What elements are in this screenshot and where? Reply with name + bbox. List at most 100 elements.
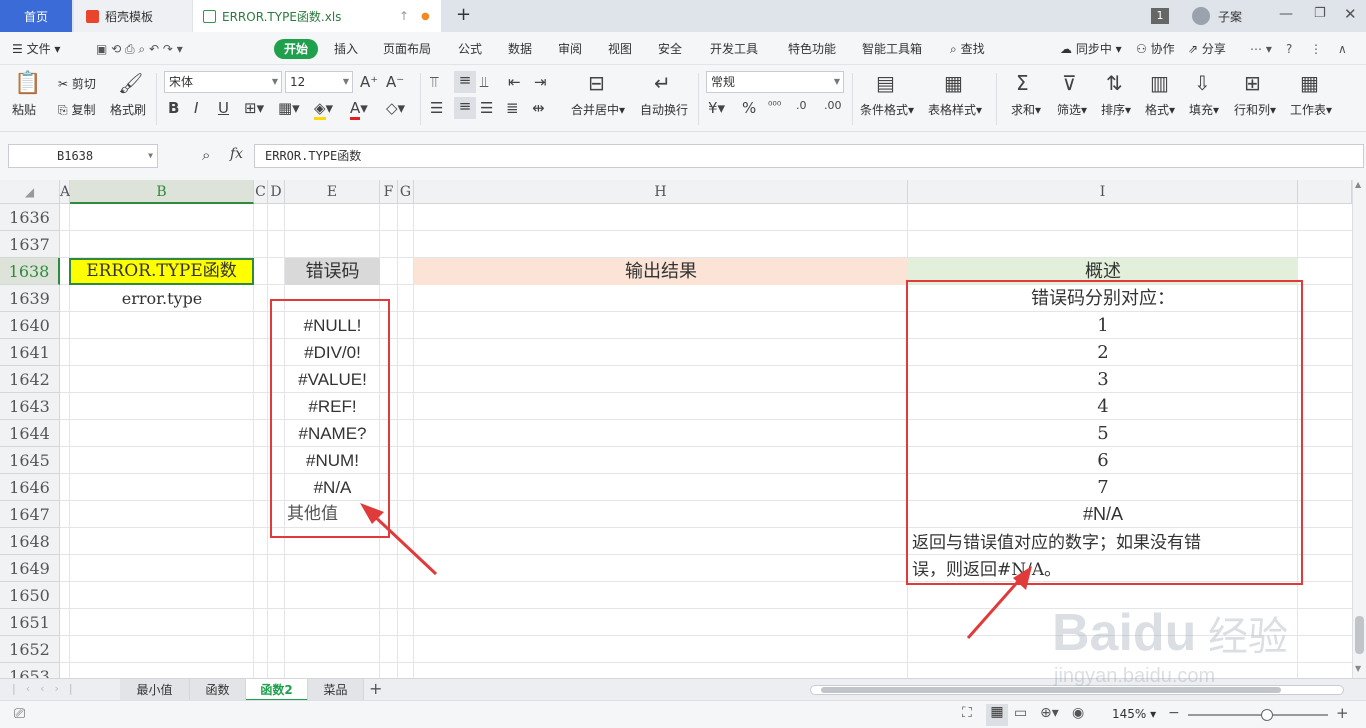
align-bottom-icon[interactable]: ⫫ bbox=[480, 73, 488, 91]
sheet-tab-dishes[interactable]: 菜品 bbox=[308, 679, 364, 701]
paste-button[interactable]: 粘贴 bbox=[12, 101, 36, 118]
close-icon[interactable]: ✕ bbox=[1344, 5, 1357, 23]
name-box-dropdown-icon[interactable]: ▼ bbox=[148, 145, 153, 167]
currency-icon[interactable]: ¥▾ bbox=[708, 99, 725, 117]
zoom-slider[interactable] bbox=[1188, 709, 1328, 721]
tab-file[interactable]: ERROR.TYPE函数.xls ↑ ● bbox=[193, 0, 441, 32]
conditional-format-button[interactable]: 条件格式▾ bbox=[860, 101, 914, 118]
fill-icon[interactable]: ⇩ bbox=[1194, 71, 1211, 95]
increase-font-icon[interactable]: A⁺ bbox=[360, 73, 378, 91]
menu-start[interactable]: 开始 bbox=[274, 39, 319, 59]
indent-decrease-icon[interactable]: ⇤ bbox=[508, 73, 521, 91]
table-style-icon[interactable]: ▦ bbox=[944, 71, 963, 95]
border-icon[interactable]: ⊞▾ bbox=[244, 99, 264, 117]
justify-icon[interactable]: ≣ bbox=[506, 99, 519, 117]
font-color-icon[interactable]: A▾ bbox=[350, 99, 368, 120]
fullscreen-icon[interactable]: ⛶ bbox=[962, 705, 972, 721]
fill-button[interactable]: 填充▾ bbox=[1189, 101, 1219, 118]
row-col-button[interactable]: 行和列▾ bbox=[1234, 101, 1276, 118]
more-options-icon[interactable]: ⋯ ▾ bbox=[1250, 39, 1272, 59]
formula-input[interactable]: ERROR.TYPE函数 bbox=[254, 144, 1364, 168]
clear-format-icon[interactable]: ◇▾ bbox=[386, 99, 405, 117]
align-left-icon[interactable]: ☰ bbox=[430, 99, 443, 117]
fx-icon[interactable]: fx bbox=[230, 146, 243, 162]
fill-color-icon[interactable]: ◈▾ bbox=[314, 99, 333, 120]
sum-icon[interactable]: Σ bbox=[1016, 71, 1029, 95]
decrease-font-icon[interactable]: A⁻ bbox=[386, 73, 404, 91]
row-col-icon[interactable]: ⊞ bbox=[1244, 71, 1261, 95]
align-top-icon[interactable]: ⫪ bbox=[430, 73, 438, 91]
decrease-decimal-icon[interactable]: .00 bbox=[824, 99, 842, 112]
menu-review[interactable]: 审阅 bbox=[558, 39, 582, 59]
table-style-button[interactable]: 表格样式▾ bbox=[928, 101, 982, 118]
brush-icon[interactable]: 🖌 bbox=[118, 71, 143, 95]
collab-button[interactable]: ⚇ 协作 bbox=[1136, 39, 1175, 59]
zoom-level[interactable]: 145% ▾ bbox=[1112, 707, 1156, 721]
wrap-text-icon[interactable]: ↵ bbox=[654, 71, 671, 95]
sheet-tab-func[interactable]: 函数 bbox=[190, 679, 246, 701]
filter-icon[interactable]: ⊽ bbox=[1062, 71, 1077, 95]
sum-button[interactable]: 求和▾ bbox=[1011, 101, 1041, 118]
increase-decimal-icon[interactable]: .0 bbox=[796, 99, 807, 112]
font-name-select[interactable]: 宋体 ▼ bbox=[164, 71, 282, 93]
vertical-scroll-thumb[interactable] bbox=[1355, 616, 1364, 654]
scroll-up-icon[interactable]: ▲ bbox=[1355, 180, 1361, 189]
bold-icon[interactable]: B bbox=[168, 99, 179, 117]
zoom-out-icon[interactable]: − bbox=[1168, 705, 1180, 721]
align-center-icon[interactable]: ≡ bbox=[454, 97, 476, 119]
menu-file[interactable]: ☰ 文件 ▾ bbox=[12, 39, 60, 59]
align-right-icon[interactable]: ☰ bbox=[480, 99, 493, 117]
window-count-badge[interactable]: 1 bbox=[1151, 8, 1169, 24]
macro-icon[interactable]: ⎚ bbox=[14, 706, 25, 722]
help-icon[interactable]: ? bbox=[1286, 39, 1292, 59]
filter-button[interactable]: 筛选▾ bbox=[1057, 101, 1087, 118]
wrap-text-button[interactable]: 自动换行 bbox=[640, 101, 688, 118]
conditional-format-icon[interactable]: ▤ bbox=[876, 71, 895, 95]
sheet-nav-icons[interactable]: |‹‹›| bbox=[12, 682, 83, 695]
percent-icon[interactable]: % bbox=[742, 99, 756, 117]
add-sheet-icon[interactable]: + bbox=[369, 679, 382, 698]
worksheet-icon[interactable]: ▦ bbox=[1300, 71, 1319, 95]
sheet-tab-min[interactable]: 最小值 bbox=[120, 679, 190, 701]
merge-center-button[interactable]: 合并居中▾ bbox=[571, 101, 625, 118]
menu-page-layout[interactable]: 页面布局 bbox=[383, 39, 431, 59]
tab-template[interactable]: 稻壳模板 bbox=[74, 0, 192, 32]
new-tab-button[interactable]: + bbox=[456, 4, 471, 25]
format-painter-button[interactable]: 格式刷 bbox=[110, 101, 146, 118]
worksheet-button[interactable]: 工作表▾ bbox=[1290, 101, 1332, 118]
scroll-down-icon[interactable]: ▼ bbox=[1355, 664, 1361, 673]
format-icon[interactable]: ▥ bbox=[1150, 71, 1169, 95]
menu-search[interactable]: ⌕ 查找 bbox=[950, 39, 985, 59]
italic-icon[interactable]: I bbox=[194, 99, 198, 117]
sort-icon[interactable]: ⇅ bbox=[1106, 71, 1123, 95]
format-button[interactable]: 格式▾ bbox=[1145, 101, 1175, 118]
menu-security[interactable]: 安全 bbox=[658, 39, 682, 59]
zoom-slider-thumb[interactable] bbox=[1261, 709, 1273, 721]
page-break-view-icon[interactable]: ⊕▾ bbox=[1040, 705, 1059, 721]
indent-increase-icon[interactable]: ⇥ bbox=[534, 73, 547, 91]
distribute-icon[interactable]: ⇹ bbox=[532, 99, 545, 117]
cell-style-icon[interactable]: ▦▾ bbox=[278, 99, 300, 117]
zoom-formula-icon[interactable]: ⌕ bbox=[202, 146, 210, 164]
menu-features[interactable]: 特色功能 bbox=[788, 39, 836, 59]
menu-developer[interactable]: 开发工具 bbox=[710, 39, 758, 59]
more-icon[interactable]: ⋮ bbox=[1310, 39, 1322, 59]
thousands-icon[interactable]: ⁰⁰⁰ bbox=[768, 99, 781, 112]
quick-access-icons[interactable]: ▣ ⟲ ⎙ ⌕ ↶ ↷ ▾ bbox=[96, 39, 183, 59]
avatar[interactable] bbox=[1192, 7, 1210, 25]
vertical-scrollbar[interactable]: ▲ ▼ bbox=[1352, 180, 1366, 678]
zoom-in-icon[interactable]: + bbox=[1336, 704, 1349, 722]
underline-icon[interactable]: U bbox=[218, 99, 229, 117]
copy-button[interactable]: ⎘ 复制 bbox=[58, 101, 95, 118]
font-size-select[interactable]: 12 ▼ bbox=[285, 71, 353, 93]
normal-view-icon[interactable]: ▦ bbox=[986, 704, 1008, 726]
merge-center-icon[interactable]: ⊟ bbox=[588, 71, 605, 95]
sync-button[interactable]: ☁ 同步中 ▾ bbox=[1060, 39, 1122, 59]
menu-view[interactable]: 视图 bbox=[608, 39, 632, 59]
align-middle-icon[interactable]: ≡ bbox=[454, 71, 476, 93]
eye-protection-icon[interactable]: ◉ bbox=[1072, 705, 1084, 721]
pin-icon[interactable]: ↑ bbox=[399, 9, 409, 23]
tab-home[interactable]: 首页 bbox=[0, 0, 72, 32]
share-button[interactable]: ⇗ 分享 bbox=[1188, 39, 1226, 59]
name-box[interactable]: B1638 ▼ bbox=[8, 144, 158, 168]
